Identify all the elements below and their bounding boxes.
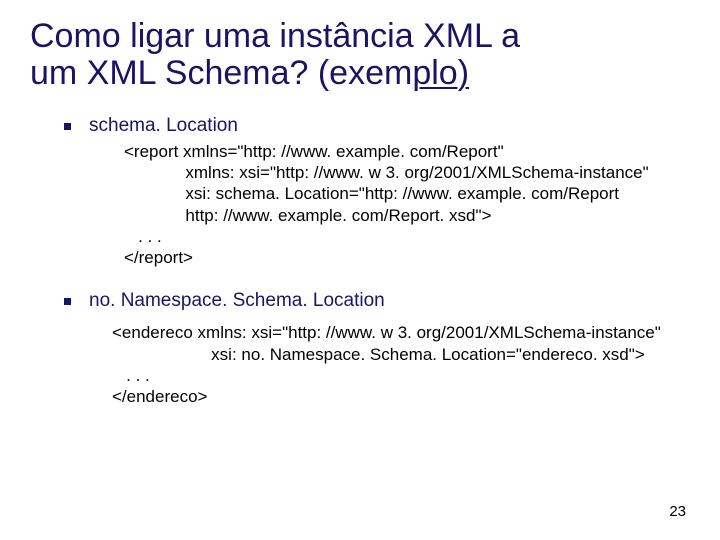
bullet-1-label: schema. Location <box>89 115 238 137</box>
page-number: 23 <box>669 503 686 520</box>
title-line2-a: um XML Schema? (exem <box>30 54 412 92</box>
code-block-schema-location: <report xmlns="http: //www. example. com… <box>124 141 690 269</box>
slide-title: Como ligar uma instância XML a um XML Sc… <box>30 18 690 93</box>
slide: Como ligar uma instância XML a um XML Sc… <box>0 0 720 540</box>
title-line2-underline: plo) <box>412 54 469 92</box>
bullet-item-2: no. Namespace. Schema. Location <enderec… <box>64 290 690 407</box>
title-line1: Como ligar uma instância XML a <box>30 17 520 55</box>
bullet-row: schema. Location <box>64 115 690 137</box>
code-block-no-namespace: <endereco xmlns: xsi="http: //www. w 3. … <box>112 322 690 407</box>
bullet-square-icon <box>64 298 71 305</box>
bullet-2-label: no. Namespace. Schema. Location <box>89 290 385 312</box>
bullet-square-icon <box>64 123 71 130</box>
bullet-item-1: schema. Location <report xmlns="http: //… <box>64 115 690 269</box>
bullet-row: no. Namespace. Schema. Location <box>64 290 690 312</box>
